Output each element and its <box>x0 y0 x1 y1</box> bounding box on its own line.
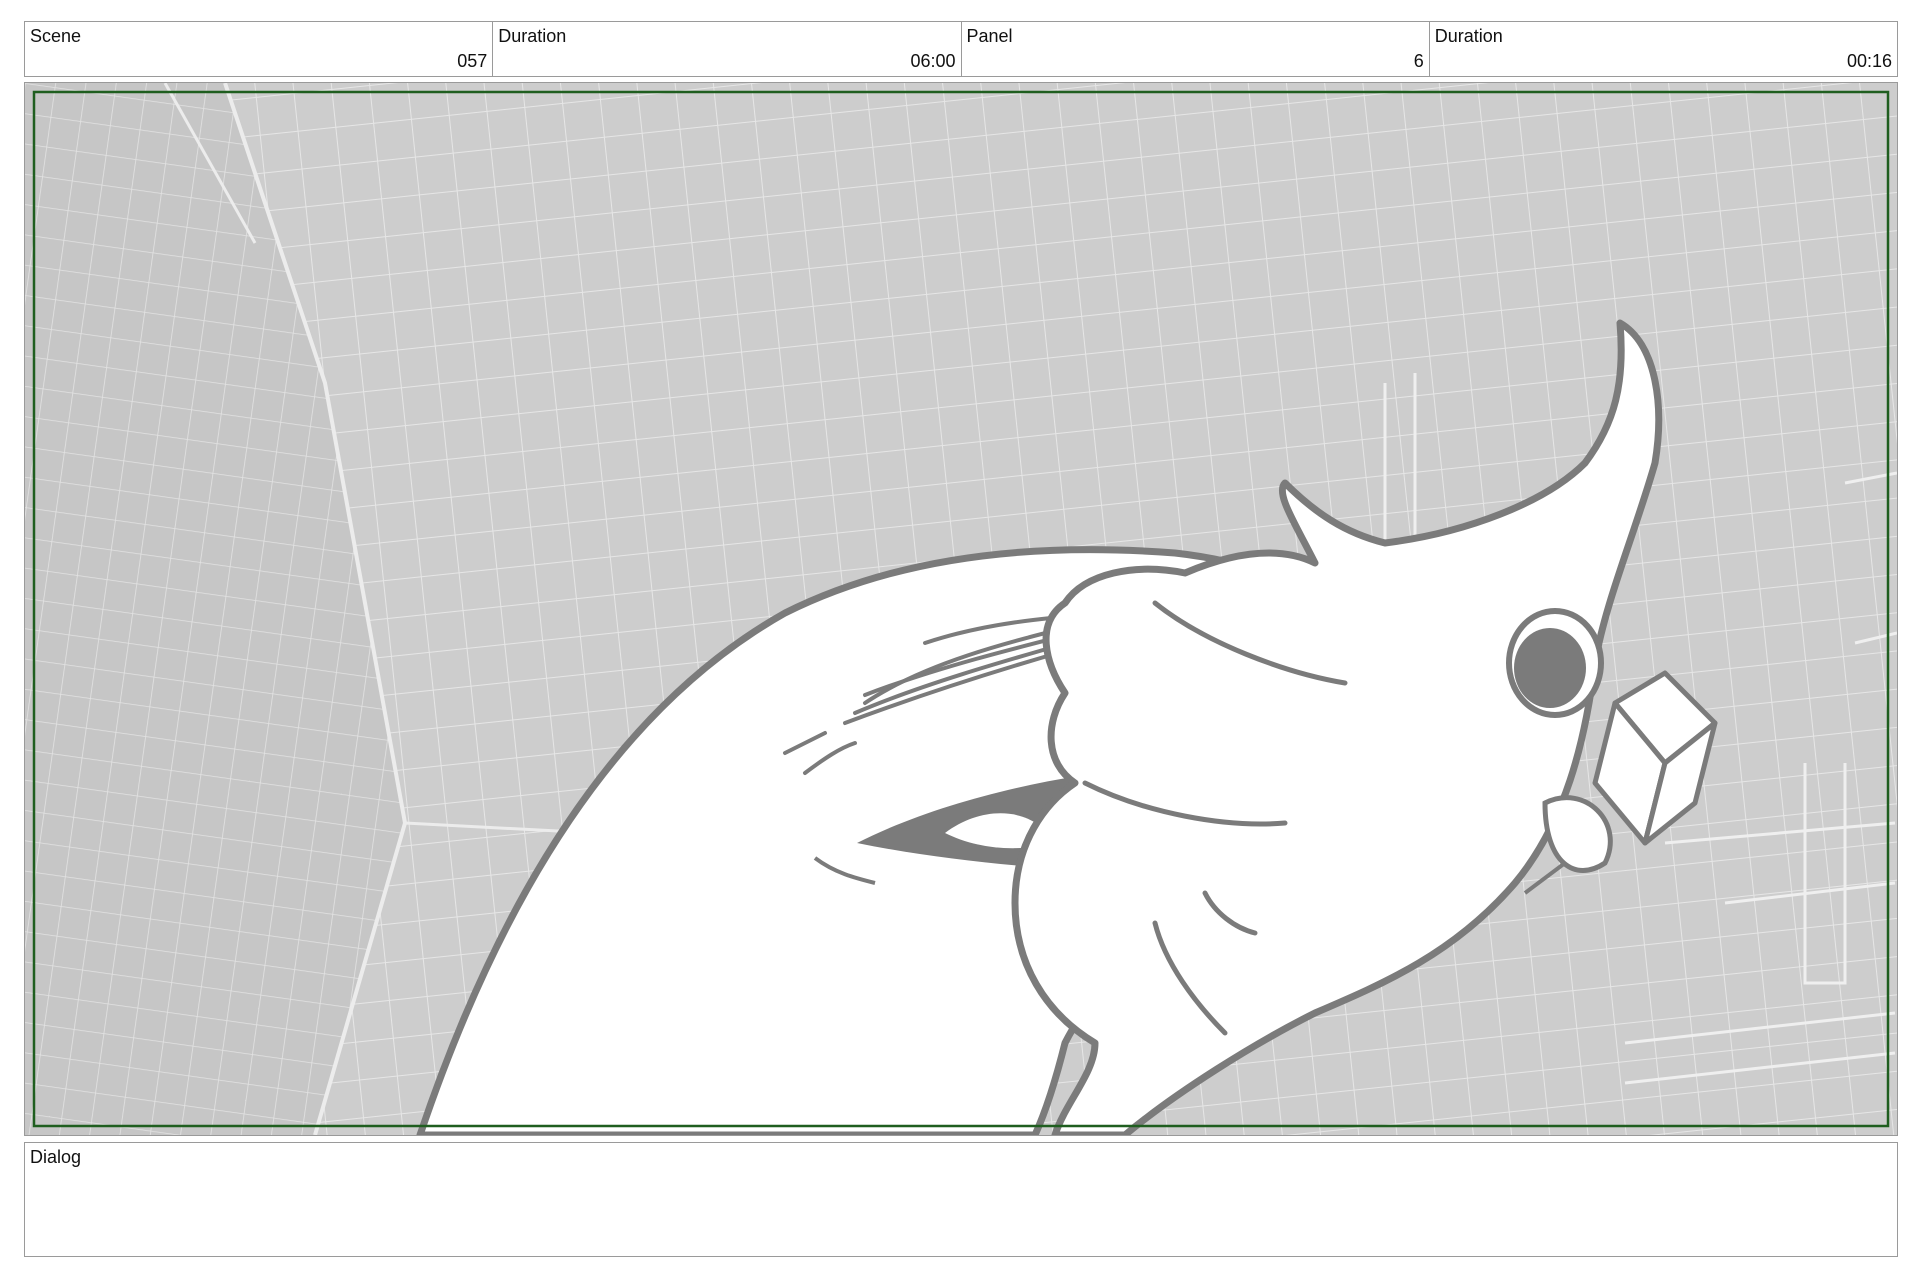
small-creature-pupil <box>1514 628 1586 708</box>
scene-value: 057 <box>457 51 488 71</box>
panel-value: 6 <box>1413 51 1424 71</box>
scene-duration-value: 06:00 <box>910 51 956 71</box>
scene-info-header: Scene 057 Duration 06:00 Panel 6 Duratio… <box>24 21 1898 77</box>
panel-label: Panel <box>966 26 1013 46</box>
panel-duration-label: Duration <box>1434 26 1503 46</box>
scene-cell: Scene 057 <box>25 22 494 76</box>
dialog-label: Dialog <box>30 1147 82 1167</box>
storyboard-sketch <box>25 83 1897 1135</box>
storyboard-panel[interactable] <box>24 82 1898 1136</box>
scene-duration-cell: Duration 06:00 <box>493 22 962 76</box>
scene-label: Scene <box>30 26 82 46</box>
panel-cell: Panel 6 <box>962 22 1430 76</box>
scene-duration-label: Duration <box>498 26 567 46</box>
panel-duration-value: 00:16 <box>1846 51 1892 71</box>
panel-duration-cell: Duration 00:16 <box>1430 22 1897 76</box>
dialog-box[interactable]: Dialog <box>24 1142 1898 1257</box>
